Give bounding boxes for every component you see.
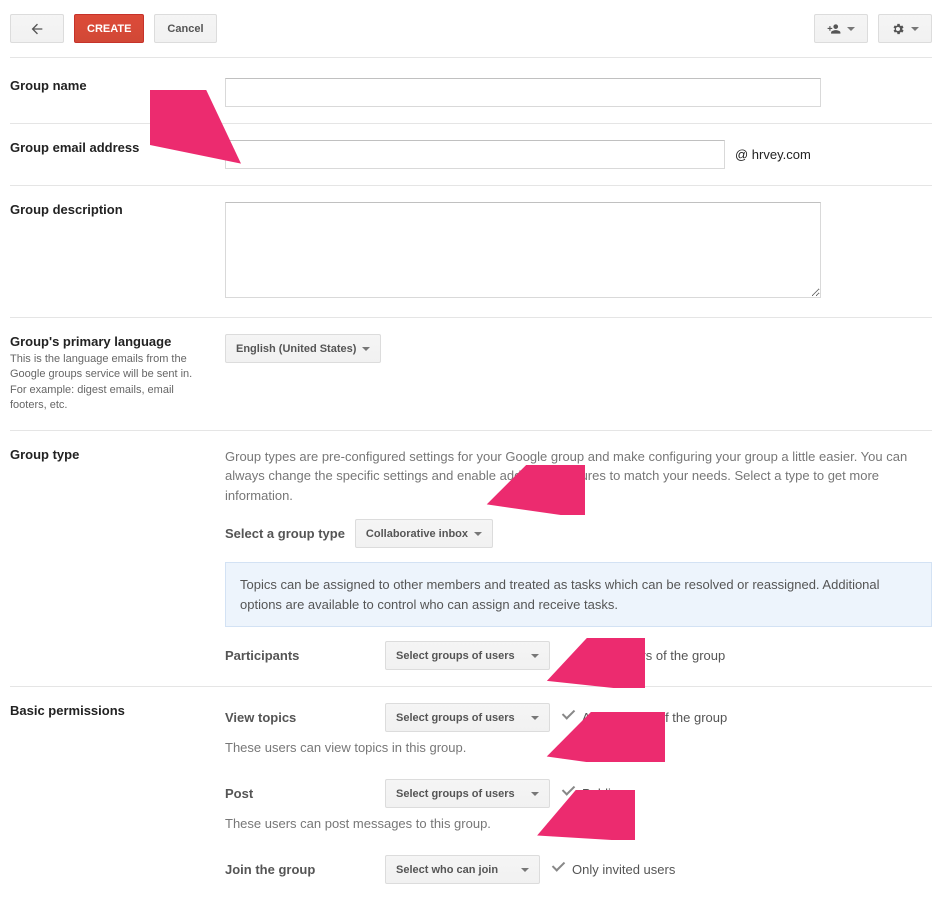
label-group-email: Group email address (10, 140, 205, 155)
settings-button[interactable] (878, 14, 932, 43)
participants-value: All members of the group (580, 648, 725, 663)
post-label: Post (225, 786, 375, 801)
group-type-info: Topics can be assigned to other members … (225, 562, 932, 627)
row-group-description: Group description (10, 186, 932, 318)
select-group-type-label: Select a group type (225, 526, 345, 541)
help-primary-language: This is the language emails from the Goo… (10, 352, 205, 414)
gear-icon (891, 21, 905, 37)
view-topics-help: These users can view topics in this grou… (225, 740, 932, 755)
label-group-name: Group name (10, 78, 205, 93)
language-select[interactable]: English (United States) (225, 334, 381, 363)
chevron-down-icon (521, 868, 529, 872)
checkmark-icon (562, 709, 576, 726)
group-name-input[interactable] (225, 78, 821, 107)
label-group-description: Group description (10, 202, 205, 217)
back-arrow-icon (29, 21, 45, 37)
chevron-down-icon (531, 654, 539, 658)
label-group-type: Group type (10, 447, 205, 462)
view-topics-select[interactable]: Select groups of users (385, 703, 550, 732)
group-type-description: Group types are pre-configured settings … (225, 447, 932, 506)
label-primary-language: Group's primary language (10, 334, 205, 349)
toolbar: CREATE Cancel (10, 10, 932, 58)
chevron-down-icon (474, 532, 482, 536)
email-domain-suffix: @ hrvey.com (725, 147, 811, 162)
row-group-type: Group type Group types are pre-configure… (10, 431, 932, 688)
group-type-select[interactable]: Collaborative inbox (355, 519, 493, 548)
join-value: Only invited users (572, 862, 675, 877)
chevron-down-icon (531, 792, 539, 796)
join-label: Join the group (225, 862, 375, 877)
post-select[interactable]: Select groups of users (385, 779, 550, 808)
participants-select-value: Select groups of users (396, 650, 515, 662)
checkmark-icon (562, 785, 576, 802)
group-type-select-value: Collaborative inbox (366, 528, 468, 540)
create-button[interactable]: CREATE (74, 14, 144, 43)
chevron-down-icon (531, 716, 539, 720)
row-group-email: Group email address @ hrvey.com (10, 124, 932, 186)
participants-select[interactable]: Select groups of users (385, 641, 550, 670)
language-select-value: English (United States) (236, 343, 356, 355)
chevron-down-icon (362, 347, 370, 351)
view-topics-value: All members of the group (582, 710, 727, 725)
participants-label: Participants (225, 648, 375, 663)
view-topics-label: View topics (225, 710, 375, 725)
people-button[interactable] (814, 14, 868, 43)
group-description-input[interactable] (225, 202, 821, 298)
row-basic-permissions: Basic permissions View topics Select gro… (10, 687, 932, 900)
post-help: These users can post messages to this gr… (225, 816, 932, 831)
post-value: Public (582, 786, 617, 801)
label-basic-permissions: Basic permissions (10, 703, 205, 718)
cancel-button[interactable]: Cancel (154, 14, 216, 43)
checkmark-icon (552, 861, 566, 878)
person-add-icon (827, 21, 841, 37)
row-primary-language: Group's primary language This is the lan… (10, 318, 932, 431)
back-button[interactable] (10, 14, 64, 43)
join-select[interactable]: Select who can join (385, 855, 540, 884)
row-group-name: Group name (10, 62, 932, 124)
group-email-input[interactable] (225, 140, 725, 169)
